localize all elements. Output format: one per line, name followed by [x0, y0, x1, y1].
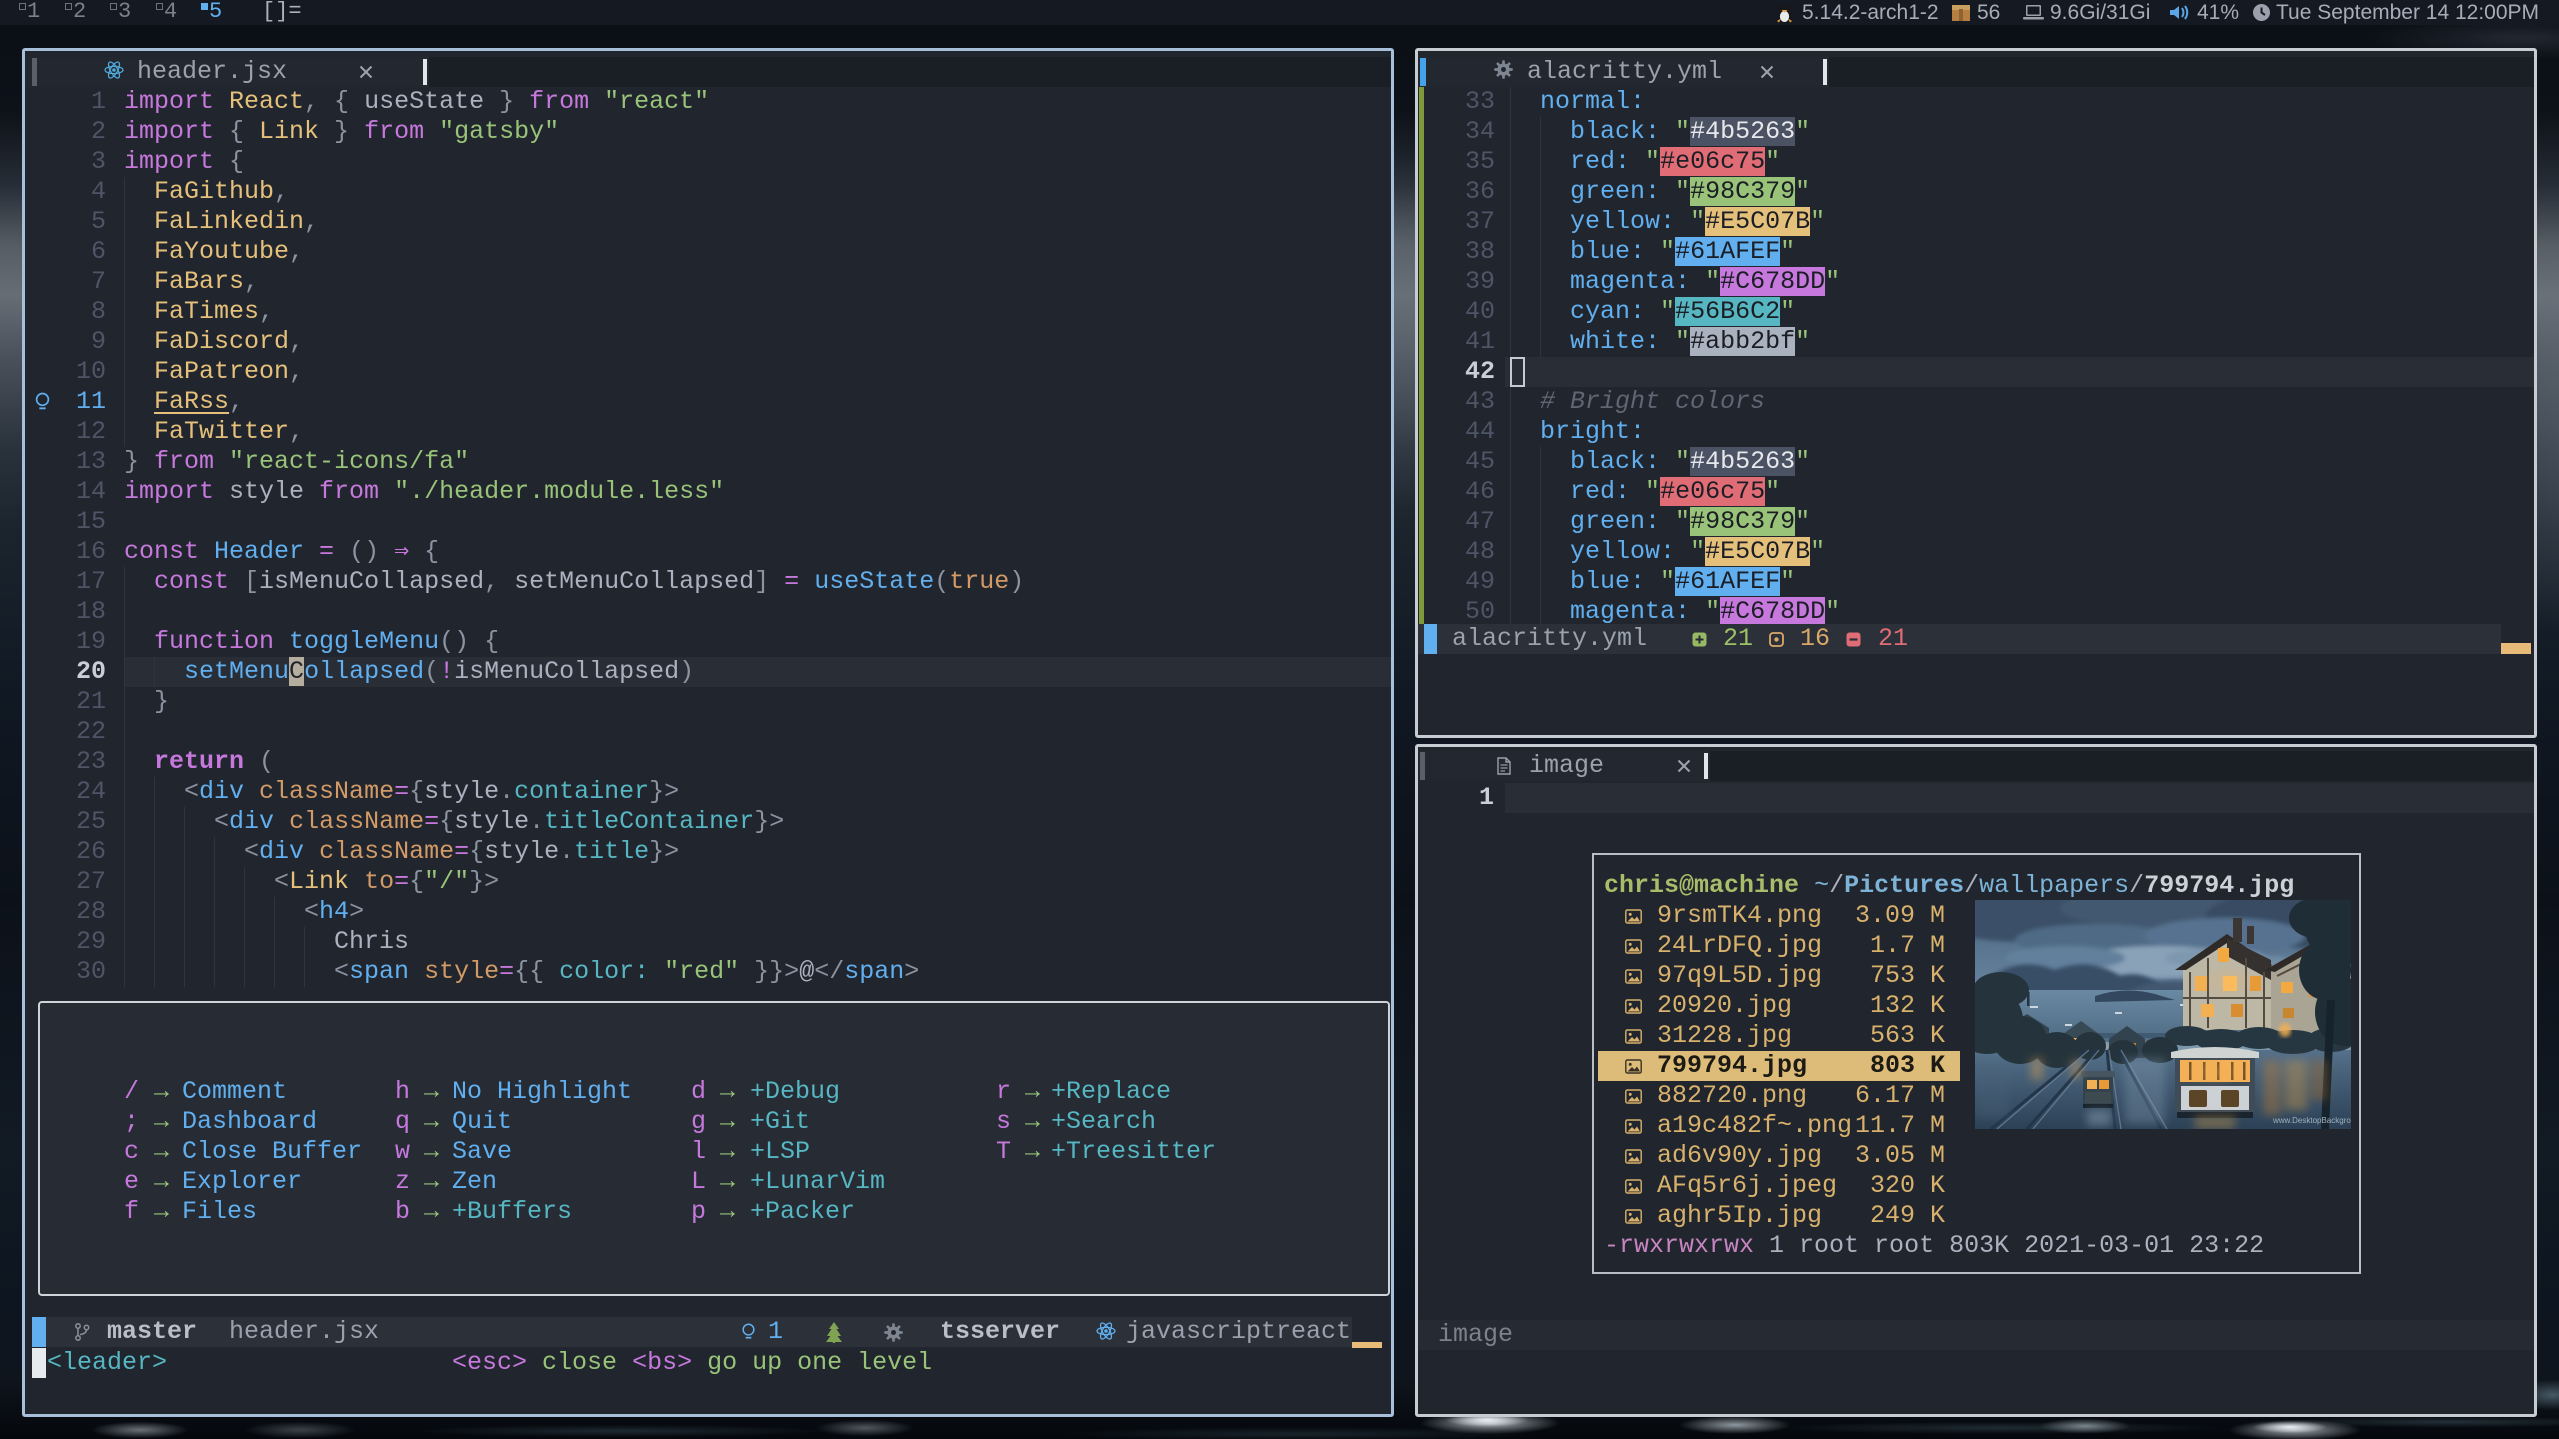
svg-text:www.DesktopBackground.org: www.DesktopBackground.org	[2272, 1116, 2351, 1125]
